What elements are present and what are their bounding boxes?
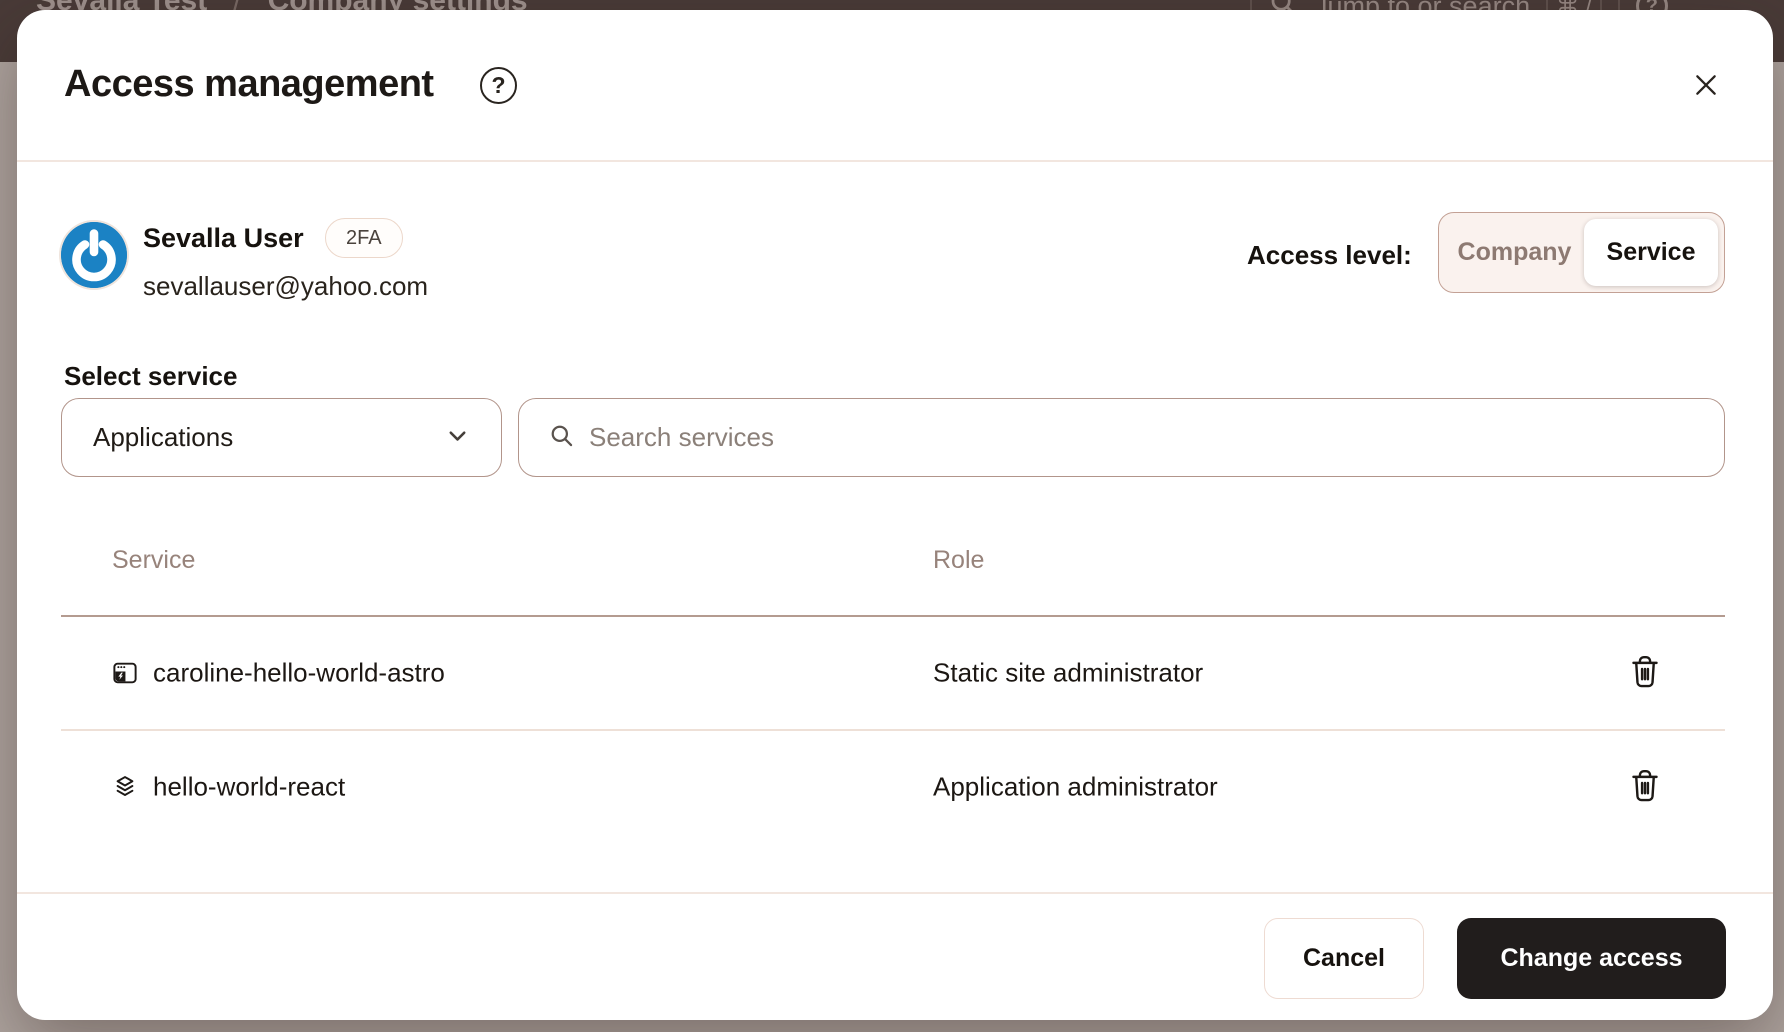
screen: Sevalla Test / Company settings Jump to … <box>0 0 1784 1032</box>
search-icon <box>548 422 575 454</box>
access-level-toggle: Company Service <box>1438 212 1725 293</box>
column-header-role: Role <box>933 546 984 575</box>
change-access-button[interactable]: Change access <box>1457 918 1726 999</box>
service-type-dropdown[interactable]: Applications <box>61 398 502 477</box>
access-level-label: Access level: <box>1247 240 1412 271</box>
access-management-dialog: Access management ? Sevalla User 2FA sev… <box>17 10 1773 1020</box>
user-name: Sevalla User <box>143 223 304 254</box>
service-search <box>518 398 1725 477</box>
service-name: hello-world-react <box>153 771 345 802</box>
search-input[interactable] <box>589 422 1700 453</box>
column-header-service: Service <box>112 546 195 575</box>
service-type-dropdown-value: Applications <box>93 422 444 453</box>
close-icon[interactable] <box>1683 62 1729 108</box>
cancel-button[interactable]: Cancel <box>1264 918 1424 999</box>
header-divider <box>17 160 1773 162</box>
footer-divider <box>17 892 1773 894</box>
dialog-title: Access management <box>64 63 434 106</box>
user-email: sevallauser@yahoo.com <box>143 271 428 302</box>
delete-service-button[interactable] <box>1626 767 1664 807</box>
access-level-option-company[interactable]: Company <box>1445 219 1584 286</box>
chevron-down-icon <box>444 422 471 454</box>
help-icon[interactable]: ? <box>480 67 517 104</box>
avatar <box>61 222 127 288</box>
delete-service-button[interactable] <box>1626 653 1664 693</box>
service-name: caroline-hello-world-astro <box>153 657 445 688</box>
access-level-option-service[interactable]: Service <box>1584 219 1718 286</box>
service-role: Application administrator <box>933 771 1218 802</box>
static-site-icon <box>112 660 138 686</box>
service-role: Static site administrator <box>933 657 1203 688</box>
select-service-label: Select service <box>64 361 237 392</box>
table-row: caroline-hello-world-astro Static site a… <box>17 616 1773 729</box>
layers-icon <box>112 774 138 800</box>
2fa-badge: 2FA <box>325 218 403 258</box>
table-row: hello-world-react Application administra… <box>17 730 1773 843</box>
